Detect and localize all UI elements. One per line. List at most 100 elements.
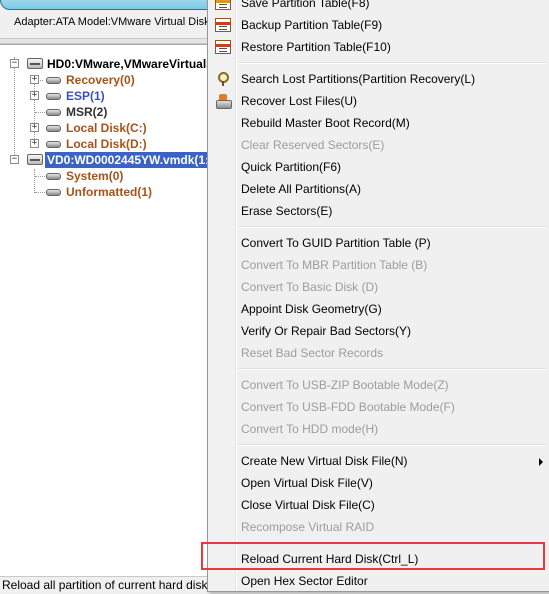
hard-disk-icon <box>27 58 43 69</box>
adapter-info: Adapter:ATA Model:VMware Virtual Disk <box>14 16 210 28</box>
menu-item-restore-partition-table[interactable]: Restore Partition Table(F10) <box>210 36 547 58</box>
menu-item-label: Convert To HDD mode(H) <box>241 422 379 436</box>
partition-icon <box>46 77 61 84</box>
menu-item-label: Clear Reserved Sectors(E) <box>241 138 385 152</box>
menu-item-label: Open Virtual Disk File(V) <box>241 476 373 490</box>
collapse-icon[interactable]: − <box>10 155 19 164</box>
menu-item-quick-partition[interactable]: Quick Partition(F6) <box>210 156 547 178</box>
menu-item-label: Create New Virtual Disk File(N) <box>241 454 408 468</box>
menu-item-label: Convert To GUID Partition Table (P) <box>241 236 431 250</box>
app-window: 25 Adapter:ATA Model:VMware Virtual Disk… <box>0 0 549 594</box>
menu-item-convert-to-guid-partition-table[interactable]: Convert To GUID Partition Table (P) <box>210 232 547 254</box>
highlight-box <box>201 542 545 570</box>
menu-item-save-partition-table[interactable]: Save Partition Table(F8) <box>210 0 547 14</box>
menu-item-label: Convert To Basic Disk (D) <box>241 280 379 294</box>
partition-icon <box>46 189 61 196</box>
menu-item-create-new-virtual-disk-file[interactable]: Create New Virtual Disk File(N) <box>210 450 547 472</box>
menu-item-label: Recompose Virtual RAID <box>241 520 375 534</box>
tree-partition-esp[interactable]: + ESP(1) <box>0 88 229 104</box>
partition-label: Local Disk(D:) <box>66 137 147 151</box>
menu-item-label: Convert To USB-FDD Bootable Mode(F) <box>241 400 455 414</box>
tree-partition-msr[interactable]: MSR(2) <box>0 104 229 120</box>
partition-icon <box>46 141 61 148</box>
recover-files-icon <box>215 94 232 109</box>
menu-item-label: Verify Or Repair Bad Sectors(Y) <box>241 324 412 338</box>
menu-item-label: Delete All Partitions(A) <box>241 182 362 196</box>
menu-item-label: Backup Partition Table(F9) <box>241 18 383 32</box>
menu-item-open-hex-sector-editor[interactable]: Open Hex Sector Editor <box>210 570 547 592</box>
tree-partition-local-c[interactable]: + Local Disk(C:) <box>0 120 229 136</box>
disk-tree-panel: − HD0:VMware,VMwareVirtualS + Recovery(0… <box>0 44 230 576</box>
menu-item-reset-bad-sector-records: Reset Bad Sector Records <box>210 342 547 364</box>
backup-table-icon <box>215 18 231 32</box>
partition-icon <box>46 173 61 180</box>
menu-item-label: Reset Bad Sector Records <box>241 346 384 360</box>
menu-item-search-lost-partitions[interactable]: Search Lost Partitions(Partition Recover… <box>210 68 547 90</box>
menu-item-label: Erase Sectors(E) <box>241 204 333 218</box>
partition-label: ESP(1) <box>66 89 105 103</box>
partition-label: Recovery(0) <box>66 73 135 87</box>
tree-partition-unformatted[interactable]: Unformatted(1) <box>0 184 229 200</box>
expand-icon[interactable]: + <box>30 91 39 100</box>
tree-connector <box>35 192 45 193</box>
menu-separator <box>238 444 546 446</box>
menu-separator <box>238 368 546 370</box>
partition-label: System(0) <box>66 169 124 183</box>
menu-item-convert-to-mbr-partition-table: Convert To MBR Partition Table (B) <box>210 254 547 276</box>
menu-item-label: Close Virtual Disk File(C) <box>241 498 375 512</box>
menu-item-label: Convert To USB-ZIP Bootable Mode(Z) <box>241 378 449 392</box>
disk-label: VD0:WD0002445YW.vmdk(1: <box>45 152 212 168</box>
menu-item-label: Open Hex Sector Editor <box>241 574 368 588</box>
expand-icon[interactable]: + <box>30 123 39 132</box>
menu-item-label: Recover Lost Files(U) <box>241 94 358 108</box>
tree-disk-vd0[interactable]: − VD0:WD0002445YW.vmdk(1: <box>0 152 229 168</box>
partition-icon <box>46 125 61 132</box>
menu-separator <box>238 226 546 228</box>
partition-label: Unformatted(1) <box>66 185 152 199</box>
menu-item-convert-to-hdd-mode: Convert To HDD mode(H) <box>210 418 547 440</box>
menu-item-label: Search Lost Partitions(Partition Recover… <box>241 72 476 86</box>
collapse-icon[interactable]: − <box>10 59 19 68</box>
menu-item-convert-to-usb-zip-bootable-mode: Convert To USB-ZIP Bootable Mode(Z) <box>210 374 547 396</box>
disk-map-bar[interactable]: 25 <box>0 0 232 10</box>
menu-item-recover-lost-files[interactable]: Recover Lost Files(U) <box>210 90 547 112</box>
menu-item-recompose-virtual-raid: Recompose Virtual RAID <box>210 516 547 538</box>
menu-separator <box>238 62 546 64</box>
menu-item-convert-to-basic-disk: Convert To Basic Disk (D) <box>210 276 547 298</box>
tree-connector <box>35 176 45 177</box>
menu-item-close-virtual-disk-file[interactable]: Close Virtual Disk File(C) <box>210 494 547 516</box>
menu-item-label: Restore Partition Table(F10) <box>241 40 391 54</box>
virtual-disk-icon <box>27 154 43 165</box>
menu-item-delete-all-partitions[interactable]: Delete All Partitions(A) <box>210 178 547 200</box>
expand-icon[interactable]: + <box>30 139 39 148</box>
menu-item-rebuild-master-boot-record[interactable]: Rebuild Master Boot Record(M) <box>210 112 547 134</box>
menu-item-clear-reserved-sectors: Clear Reserved Sectors(E) <box>210 134 547 156</box>
tree-partition-local-d[interactable]: + Local Disk(D:) <box>0 136 229 152</box>
submenu-arrow-icon <box>539 458 543 466</box>
menu-item-convert-to-usb-fdd-bootable-mode: Convert To USB-FDD Bootable Mode(F) <box>210 396 547 418</box>
menu-item-label: Quick Partition(F6) <box>241 160 342 174</box>
partition-label: MSR(2) <box>66 105 108 119</box>
partition-label: Local Disk(C:) <box>66 121 147 135</box>
menu-item-erase-sectors[interactable]: Erase Sectors(E) <box>210 200 547 222</box>
tree-disk-hd0[interactable]: − HD0:VMware,VMwareVirtualS <box>0 56 229 72</box>
partition-icon <box>46 93 61 100</box>
menu-item-label: Rebuild Master Boot Record(M) <box>241 116 410 130</box>
restore-table-icon <box>215 40 231 54</box>
menu-item-label: Appoint Disk Geometry(G) <box>241 302 382 316</box>
disk-label: HD0:VMware,VMwareVirtualS <box>47 57 215 71</box>
tree-partition-recovery[interactable]: + Recovery(0) <box>0 72 229 88</box>
menu-item-appoint-disk-geometry[interactable]: Appoint Disk Geometry(G) <box>210 298 547 320</box>
table-icon <box>215 0 231 10</box>
menu-item-label: Convert To MBR Partition Table (B) <box>241 258 428 272</box>
expand-icon[interactable]: + <box>30 75 39 84</box>
menu-item-open-virtual-disk-file[interactable]: Open Virtual Disk File(V) <box>210 472 547 494</box>
tree-connector <box>35 112 45 113</box>
disk-context-menu: Save Partition Table(F8) Backup Partition… <box>207 0 549 592</box>
menu-item-verify-or-repair-bad-sectors[interactable]: Verify Or Repair Bad Sectors(Y) <box>210 320 547 342</box>
search-icon <box>215 72 231 86</box>
tree-partition-system[interactable]: System(0) <box>0 168 229 184</box>
menu-item-label: Save Partition Table(F8) <box>241 0 370 10</box>
menu-item-backup-partition-table[interactable]: Backup Partition Table(F9) <box>210 14 547 36</box>
partition-icon <box>46 109 61 116</box>
